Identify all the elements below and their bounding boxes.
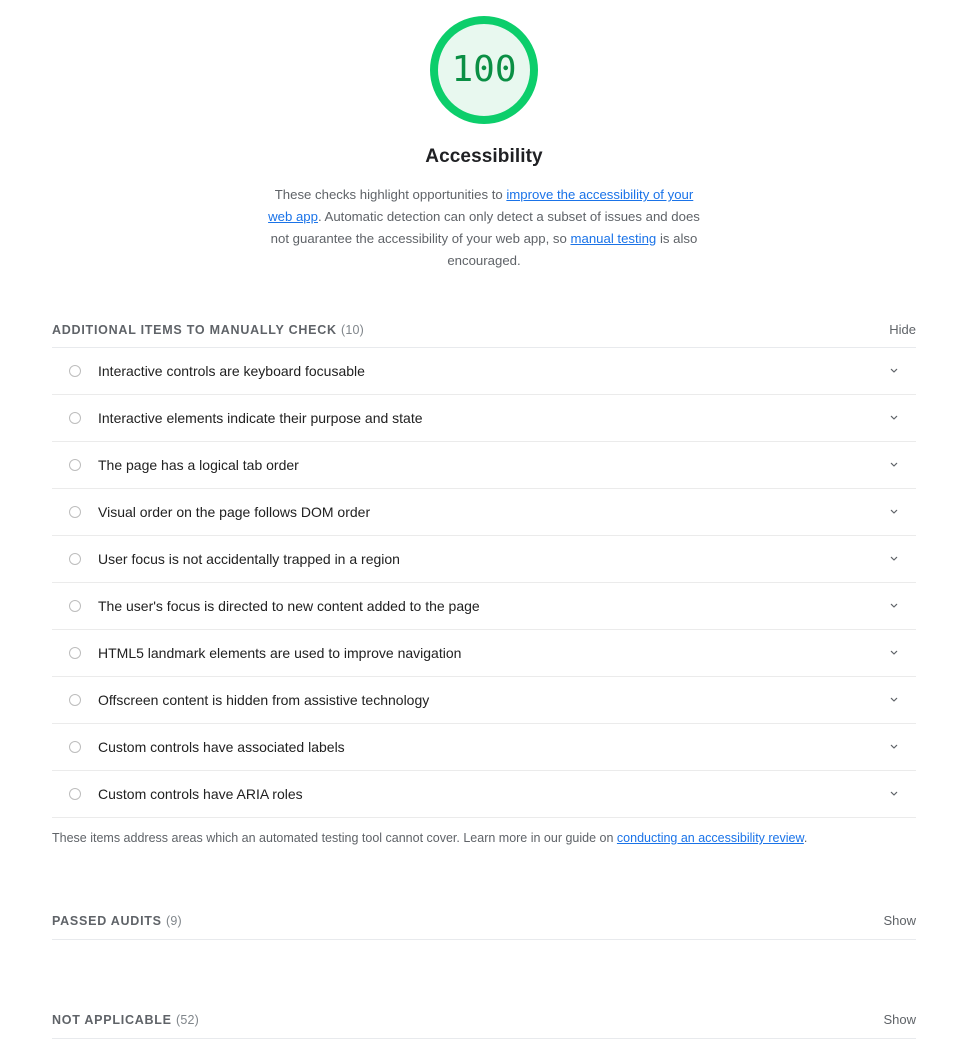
- manual-circle-icon-wrap: [52, 788, 98, 800]
- chevron-down-icon[interactable]: [874, 364, 914, 378]
- chevron-down-icon[interactable]: [874, 787, 914, 801]
- audit-label: User focus is not accidentally trapped i…: [98, 551, 400, 567]
- audit-label: Offscreen content is hidden from assisti…: [98, 692, 430, 708]
- audit-row[interactable]: Interactive elements indicate their purp…: [52, 395, 916, 442]
- chevron-down-icon[interactable]: [874, 458, 914, 472]
- manual-check-title-text: ADDITIONAL ITEMS TO MANUALLY CHECK: [52, 323, 337, 337]
- accessibility-review-link[interactable]: conducting an accessibility review: [617, 831, 804, 845]
- audit-label: The page has a logical tab order: [98, 457, 299, 473]
- audit-label: HTML5 landmark elements are used to impr…: [98, 645, 462, 661]
- manual-testing-link[interactable]: manual testing: [571, 231, 657, 246]
- page-title: Accessibility: [425, 146, 543, 167]
- circle-icon: [69, 788, 81, 800]
- audit-row[interactable]: The page has a logical tab order: [52, 442, 916, 489]
- circle-icon: [69, 647, 81, 659]
- score-description: These checks highlight opportunities to …: [267, 184, 701, 272]
- manual-check-toggle[interactable]: Hide: [889, 322, 916, 337]
- chevron-down-icon[interactable]: [874, 646, 914, 660]
- not-applicable-count: (52): [176, 1013, 200, 1027]
- not-applicable-header: NOT APPLICABLE (52) Show: [52, 1012, 916, 1038]
- passed-audits-count: (9): [166, 914, 182, 928]
- audit-row[interactable]: Custom controls have associated labels: [52, 724, 916, 771]
- audit-label: The user's focus is directed to new cont…: [98, 598, 480, 614]
- score-gauge: 100: [430, 16, 538, 124]
- circle-icon: [69, 553, 81, 565]
- passed-audits-title-text: PASSED AUDITS: [52, 914, 162, 928]
- chevron-down-icon[interactable]: [874, 599, 914, 613]
- circle-icon: [69, 412, 81, 424]
- manual-check-section: ADDITIONAL ITEMS TO MANUALLY CHECK (10) …: [52, 322, 916, 847]
- audit-row[interactable]: HTML5 landmark elements are used to impr…: [52, 630, 916, 677]
- circle-icon: [69, 741, 81, 753]
- not-applicable-title: NOT APPLICABLE (52): [52, 1013, 199, 1027]
- score-gauge-ring: 100: [430, 16, 538, 124]
- manual-circle-icon-wrap: [52, 459, 98, 471]
- circle-icon: [69, 506, 81, 518]
- audit-label: Custom controls have associated labels: [98, 739, 345, 755]
- audit-row[interactable]: The user's focus is directed to new cont…: [52, 583, 916, 630]
- audit-row[interactable]: Offscreen content is hidden from assisti…: [52, 677, 916, 724]
- not-applicable-toggle[interactable]: Show: [883, 1012, 916, 1027]
- circle-icon: [69, 694, 81, 706]
- not-applicable-title-text: NOT APPLICABLE: [52, 1013, 172, 1027]
- passed-audits-title: PASSED AUDITS (9): [52, 914, 182, 928]
- passed-audits-section: PASSED AUDITS (9) Show: [52, 913, 916, 940]
- report-body: ADDITIONAL ITEMS TO MANUALLY CHECK (10) …: [0, 322, 968, 1039]
- passed-audits-divider: [52, 939, 916, 940]
- audit-label: Custom controls have ARIA roles: [98, 786, 303, 802]
- chevron-down-icon[interactable]: [874, 505, 914, 519]
- score-value: 100: [451, 49, 517, 90]
- manual-audit-list: Interactive controls are keyboard focusa…: [52, 348, 916, 818]
- lighthouse-accessibility-report: 100 Accessibility These checks highlight…: [0, 0, 968, 1058]
- chevron-down-icon[interactable]: [874, 740, 914, 754]
- passed-audits-header: PASSED AUDITS (9) Show: [52, 913, 916, 939]
- circle-icon: [69, 365, 81, 377]
- manual-circle-icon-wrap: [52, 647, 98, 659]
- manual-circle-icon-wrap: [52, 365, 98, 377]
- manual-circle-icon-wrap: [52, 553, 98, 565]
- manual-check-count: (10): [341, 323, 365, 337]
- manual-circle-icon-wrap: [52, 506, 98, 518]
- manual-check-header: ADDITIONAL ITEMS TO MANUALLY CHECK (10) …: [52, 322, 916, 347]
- footnote-text-part2: .: [803, 831, 808, 845]
- audit-row[interactable]: Custom controls have ARIA roles: [52, 771, 916, 818]
- manual-check-footnote: These items address areas which an autom…: [52, 829, 916, 847]
- chevron-down-icon[interactable]: [874, 693, 914, 707]
- audit-label: Visual order on the page follows DOM ord…: [98, 504, 371, 520]
- manual-circle-icon-wrap: [52, 741, 98, 753]
- audit-row[interactable]: Interactive controls are keyboard focusa…: [52, 348, 916, 395]
- manual-check-title: ADDITIONAL ITEMS TO MANUALLY CHECK (10): [52, 323, 364, 337]
- chevron-down-icon[interactable]: [874, 411, 914, 425]
- passed-audits-toggle[interactable]: Show: [883, 913, 916, 928]
- audit-row[interactable]: User focus is not accidentally trapped i…: [52, 536, 916, 583]
- not-applicable-divider: [52, 1038, 916, 1039]
- not-applicable-section: NOT APPLICABLE (52) Show: [52, 1012, 916, 1039]
- manual-circle-icon-wrap: [52, 694, 98, 706]
- chevron-down-icon[interactable]: [874, 552, 914, 566]
- audit-label: Interactive elements indicate their purp…: [98, 410, 423, 426]
- description-text-part1: These checks highlight opportunities to: [274, 187, 507, 202]
- circle-icon: [69, 459, 81, 471]
- footnote-text-part1: These items address areas which an autom…: [52, 831, 617, 845]
- audit-row[interactable]: Visual order on the page follows DOM ord…: [52, 489, 916, 536]
- manual-circle-icon-wrap: [52, 600, 98, 612]
- manual-circle-icon-wrap: [52, 412, 98, 424]
- audit-label: Interactive controls are keyboard focusa…: [98, 363, 365, 379]
- circle-icon: [69, 600, 81, 612]
- score-header: 100 Accessibility These checks highlight…: [0, 0, 968, 272]
